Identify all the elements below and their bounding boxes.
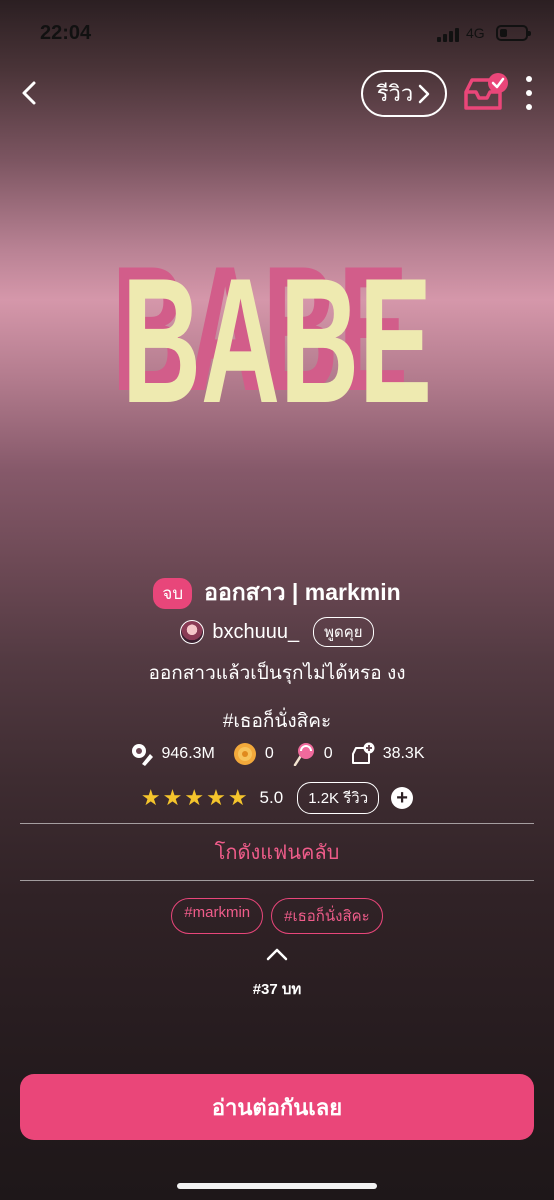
- continue-reading-button[interactable]: อ่านต่อกันเลย: [20, 1074, 534, 1140]
- more-dot-icon: [526, 76, 532, 82]
- network-label: 4G: [466, 25, 485, 41]
- more-dot-icon: [526, 104, 532, 110]
- star-icon: ★: [162, 785, 183, 810]
- cover-image: BABE BABE: [112, 229, 432, 440]
- expand-toggle[interactable]: [265, 946, 289, 962]
- review-button[interactable]: รีวิว: [361, 70, 447, 117]
- story-synopsis: ออกสาวแล้วเป็นรุกไม่ได้หรอ งง: [148, 663, 406, 684]
- rating-row: ★ ★ ★ ★ ★ 5.0 1.2K รีวิว +: [0, 782, 554, 814]
- stat-views: 946.3M: [130, 742, 215, 766]
- divider: [20, 880, 534, 881]
- status-time: 22:04: [40, 22, 92, 44]
- chevron-right-icon: [419, 84, 430, 103]
- rating-score: 5.0: [259, 788, 284, 807]
- episode-count: #37 บท: [252, 981, 302, 998]
- title-row: จบ ออกสาว | markmin: [0, 575, 554, 611]
- more-dot-icon: [526, 90, 532, 96]
- cover-text: BABE: [122, 241, 432, 440]
- home-indicator[interactable]: [177, 1183, 377, 1189]
- story-hashtag[interactable]: #เธอก็นั่งสิคะ: [0, 706, 554, 736]
- continue-reading-label: อ่านต่อกันเลย: [211, 1094, 343, 1120]
- fanclub-link[interactable]: โกดังแฟนคลับ: [0, 836, 554, 868]
- coins-count: 0: [264, 745, 274, 762]
- status-bar: 22:04 4G: [0, 0, 554, 62]
- candy-count: 0: [323, 745, 333, 762]
- signal-icon: [437, 26, 463, 42]
- status-badge: จบ: [153, 577, 193, 609]
- stat-coins: 0: [233, 742, 274, 766]
- back-button[interactable]: [16, 77, 44, 109]
- stats-row: 946.3M 0 0 38.3K: [0, 742, 554, 766]
- shelf-add-icon: [351, 742, 375, 764]
- battery-icon: [496, 25, 531, 41]
- star-icon: ★: [227, 785, 248, 810]
- star-icon: ★: [206, 785, 226, 810]
- views-icon: [131, 744, 153, 766]
- stat-candy: 0: [292, 742, 333, 766]
- review-count-button[interactable]: 1.2K รีวิว: [297, 782, 380, 814]
- tags-row: #markmin #เธอก็นั่งสิคะ: [0, 898, 554, 934]
- stat-shelf: 38.3K: [351, 742, 425, 766]
- author-avatar[interactable]: [180, 620, 205, 644]
- story-title: ออกสาว | markmin: [204, 579, 401, 605]
- shelf-added-icon: [464, 73, 508, 110]
- divider: [20, 823, 534, 824]
- author-name[interactable]: bxchuuu_: [212, 621, 299, 644]
- tag-chip[interactable]: #เธอก็นั่งสิคะ: [271, 898, 383, 934]
- plus-icon: +: [396, 787, 408, 809]
- shelf-adds-count: 38.3K: [382, 745, 425, 762]
- coin-icon: [233, 743, 256, 765]
- author-row: bxchuuu_ พูดคุย: [0, 617, 554, 647]
- add-review-button[interactable]: +: [391, 787, 414, 809]
- story-cover: BABE BABE: [0, 140, 554, 570]
- chevron-left-icon: [22, 81, 36, 105]
- more-options-button[interactable]: [519, 76, 539, 110]
- star-icon: ★: [140, 785, 161, 810]
- add-to-shelf-button[interactable]: [460, 70, 510, 116]
- lollipop-icon: [293, 743, 314, 766]
- review-button-label: รีวิว: [376, 81, 414, 106]
- chat-button[interactable]: พูดคุย: [313, 617, 374, 647]
- views-count: 946.3M: [161, 745, 215, 762]
- star-icon: ★: [184, 785, 205, 810]
- tag-chip[interactable]: #markmin: [171, 898, 264, 934]
- chevron-up-icon: [266, 948, 288, 961]
- star-rating: ★ ★ ★ ★ ★: [141, 785, 248, 811]
